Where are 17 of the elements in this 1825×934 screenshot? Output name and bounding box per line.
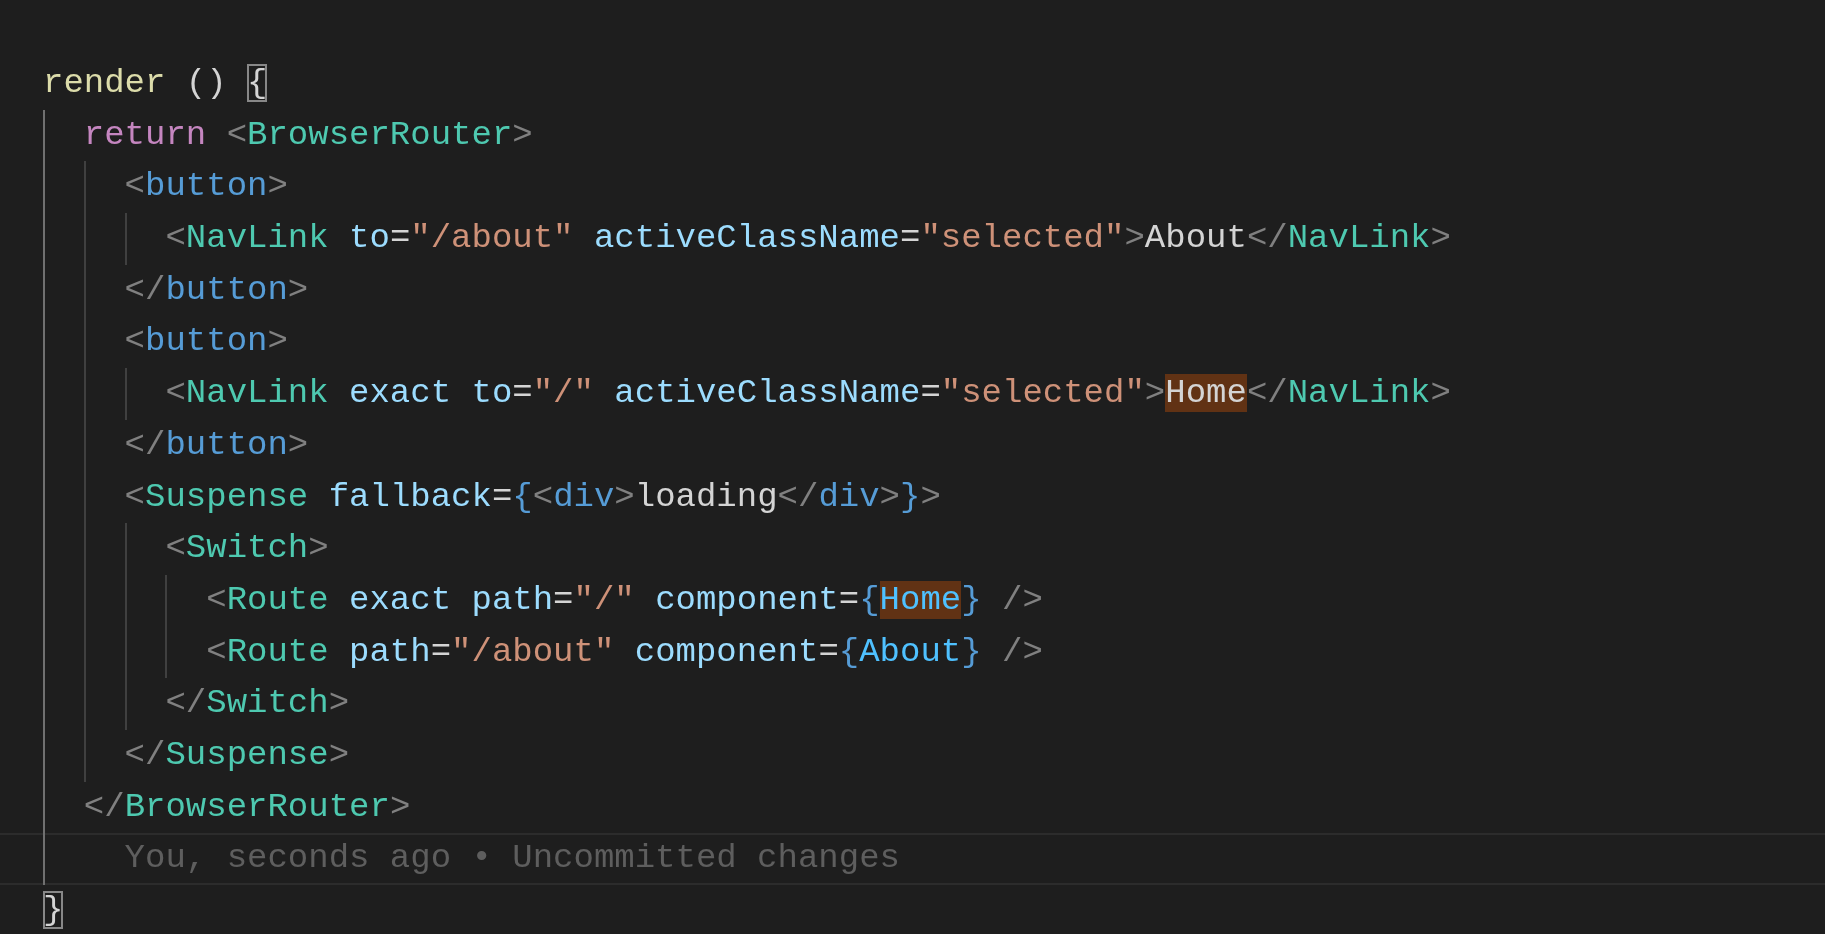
code-line: } xyxy=(43,890,64,931)
code-line: </BrowserRouter> xyxy=(43,781,411,834)
code-line: <NavLink to="/about" activeClassName="selected">About</NavLink> xyxy=(43,213,1451,265)
code-line: </button> xyxy=(43,264,309,317)
code-line: <button> xyxy=(43,161,288,214)
code-line: <NavLink exact to="/" activeClassName="selected">Home</NavLink> xyxy=(43,368,1451,420)
code-line: <Route exact path="/" component={Home} /> xyxy=(43,574,1043,627)
code-line: </Suspense> xyxy=(43,729,350,782)
code-line: <Route path="/about" component={About} /> xyxy=(43,626,1043,679)
code-line: <Switch> xyxy=(43,523,329,575)
code-line: </Switch> xyxy=(43,678,350,730)
code-line: <Suspense fallback={<div>loading</div>}> xyxy=(43,471,941,524)
blame-annotation: You, seconds ago • Uncommitted changes xyxy=(43,833,900,885)
code-line: </button> xyxy=(43,419,309,472)
code-line: render () { xyxy=(43,63,268,104)
code-line: return <BrowserRouter> xyxy=(43,109,533,162)
code-line: <button> xyxy=(43,316,288,369)
